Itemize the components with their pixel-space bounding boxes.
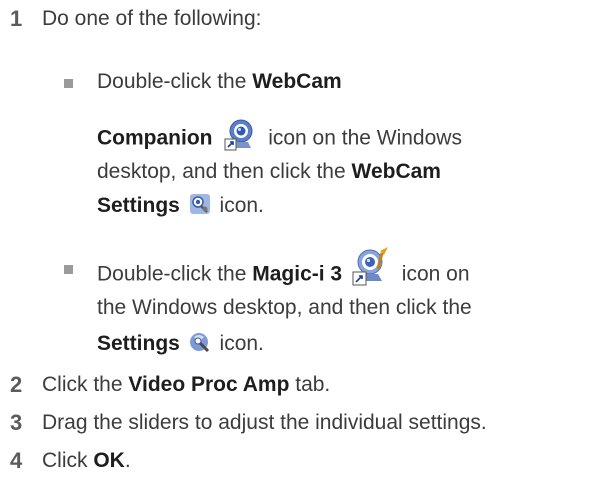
option-a-line-3: desktop, and then click the WebCam [97,160,441,183]
option-a-line-2: Companion icon on the Windows [97,119,462,156]
step-number-2: 2 [10,372,23,397]
step-3-text: Drag the sliders to adjust the individua… [42,411,487,434]
bullet [64,79,73,88]
option-b-line-1: Double-click the Magic-i 3 icon on [97,247,470,295]
settings-icon [189,331,211,353]
bold-webcam: WebCam [252,70,342,93]
document-page: 1 Do one of the following: Double-click … [0,0,605,493]
magic-i-3-icon [352,247,392,287]
option-b-line-2: the Windows desktop, and then click the [97,296,472,319]
bold-video-proc-amp: Video Proc Amp [128,373,290,396]
option-a-line-1: Double-click the WebCam [97,70,342,93]
bold-ok: OK [93,449,125,472]
option-a-line-4: Settings icon. [97,193,264,217]
bullet [64,265,73,274]
webcam-companion-icon [222,118,258,152]
step-number-3: 3 [10,410,23,435]
option-b-line-3: Settings icon. [97,331,264,355]
webcam-settings-icon [189,193,211,215]
step-4-text: Click OK. [42,449,131,472]
step-2-text: Click the Video Proc Amp tab. [42,373,331,396]
step-number-4: 4 [10,448,23,473]
step-number-1: 1 [10,6,23,31]
step-1-text: Do one of the following: [42,7,262,30]
